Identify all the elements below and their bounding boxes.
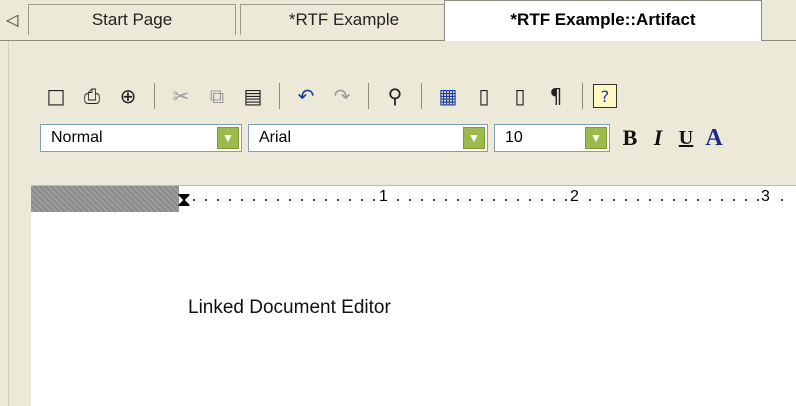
- page-icon[interactable]: ▯: [468, 81, 500, 111]
- ruler-margin: [31, 186, 179, 213]
- chevron-down-icon[interactable]: ▼: [217, 127, 239, 149]
- underline-button[interactable]: U: [672, 124, 700, 152]
- page-number-icon[interactable]: ▯: [504, 81, 536, 111]
- toolbar-separator: [582, 83, 583, 109]
- find-icon[interactable]: ⚲: [379, 81, 411, 111]
- tab-rtf-example-artifact[interactable]: *RTF Example::Artifact: [444, 0, 762, 41]
- bold-button[interactable]: B: [616, 124, 644, 152]
- ruler-mark: 1: [377, 188, 390, 206]
- document-area[interactable]: Linked Document Editor: [31, 227, 796, 406]
- redo-icon[interactable]: ↷: [326, 81, 358, 111]
- paragraph-icon[interactable]: ¶: [540, 81, 572, 111]
- help-icon[interactable]: ?: [593, 84, 617, 108]
- cut-icon[interactable]: ✂: [165, 81, 197, 111]
- tab-label: Start Page: [91, 10, 173, 29]
- format-toolbar: Normal ▼ Arial ▼ 10 ▼ B I U A: [40, 122, 728, 154]
- document-text[interactable]: Linked Document Editor: [188, 297, 391, 319]
- triangle-left-icon[interactable]: ◁: [6, 10, 18, 29]
- tab-label: *RTF Example::Artifact: [510, 10, 696, 29]
- ruler-ticks: [193, 199, 793, 201]
- undo-icon[interactable]: ↶: [290, 81, 322, 111]
- standard-toolbar: □ ⎙ ⊕ ✂ ⧉ ▤ ↶ ↷ ⚲ ▦ ▯ ▯ ¶ ?: [40, 78, 617, 114]
- font-select[interactable]: Arial ▼: [248, 124, 488, 152]
- ruler-mark: 2: [568, 188, 581, 206]
- tab-label: *RTF Example: [288, 10, 400, 29]
- tab-start-page[interactable]: Start Page: [28, 4, 236, 35]
- toolbar-separator: [154, 83, 155, 109]
- font-color-button[interactable]: A: [700, 124, 728, 152]
- style-select[interactable]: Normal ▼: [40, 124, 242, 152]
- chevron-down-icon[interactable]: ▼: [585, 127, 607, 149]
- tab-strip: ◁ Start Page *RTF Example *RTF Example::…: [0, 0, 796, 42]
- ruler[interactable]: ⧗ 1 2 3: [31, 185, 796, 213]
- italic-button[interactable]: I: [644, 124, 672, 152]
- calendar-icon[interactable]: ▦: [432, 81, 464, 111]
- ruler-mark: 3: [759, 188, 772, 206]
- tab-rtf-example[interactable]: *RTF Example: [240, 4, 448, 35]
- print-preview-icon[interactable]: ⊕: [112, 81, 144, 111]
- print-icon[interactable]: ⎙: [76, 81, 108, 111]
- new-document-icon[interactable]: □: [40, 81, 72, 111]
- indent-marker-icon[interactable]: ⧗: [177, 188, 191, 210]
- style-value: Normal: [51, 129, 103, 146]
- toolbar-separator: [368, 83, 369, 109]
- toolbar-separator: [421, 83, 422, 109]
- font-size-value: 10: [505, 129, 523, 146]
- copy-icon[interactable]: ⧉: [201, 81, 233, 111]
- paste-icon[interactable]: ▤: [237, 81, 269, 111]
- toolbar-separator: [279, 83, 280, 109]
- chevron-down-icon[interactable]: ▼: [463, 127, 485, 149]
- font-size-select[interactable]: 10 ▼: [494, 124, 610, 152]
- font-value: Arial: [259, 129, 292, 146]
- ruler-spacer: [31, 212, 796, 227]
